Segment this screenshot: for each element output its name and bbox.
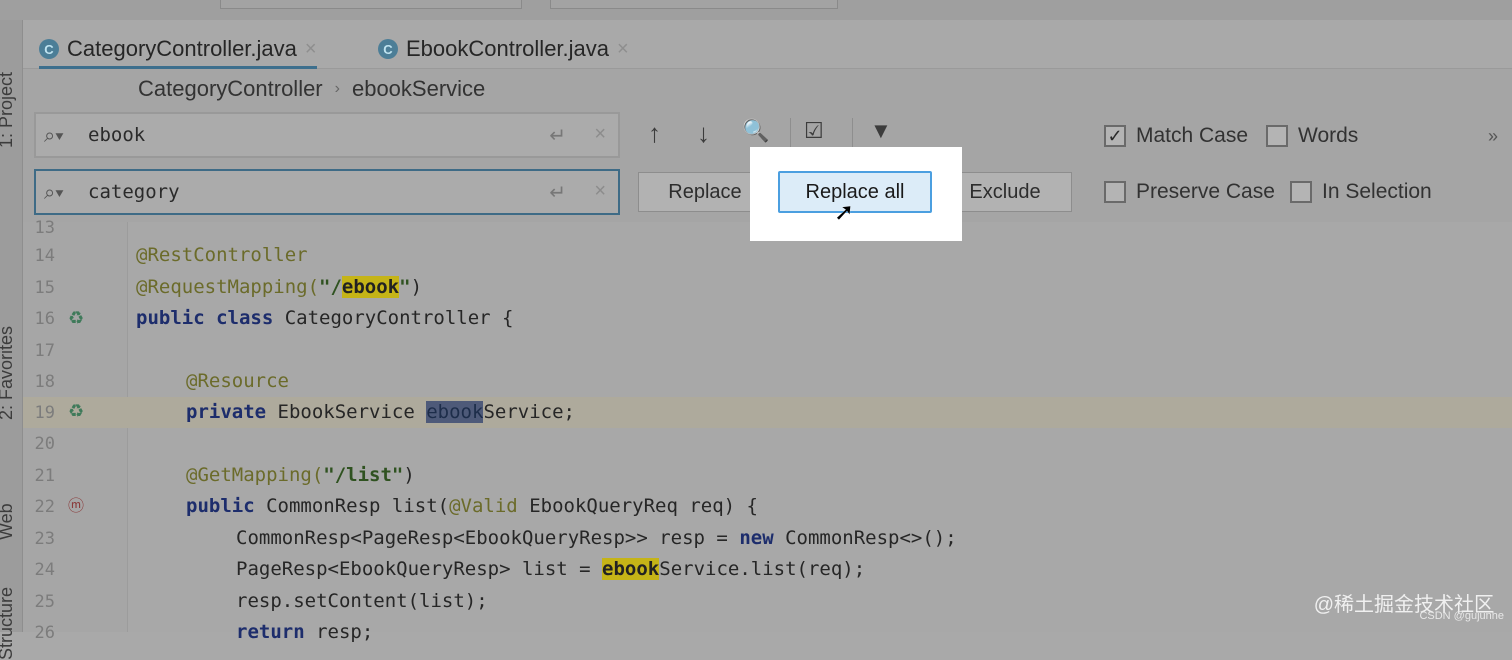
editor-tabs: C CategoryController.java × C EbookContr… [23, 20, 1512, 69]
breadcrumb-separator: › [334, 80, 340, 97]
preserve-case-option[interactable]: Preserve Case [1104, 180, 1275, 204]
code-line-18: @Resource [186, 370, 289, 392]
structure-tool-button[interactable]: Structure [0, 587, 17, 660]
favorites-tool-button[interactable]: 2: Favorites [0, 326, 17, 420]
spring-bean-icon[interactable]: ♻ [68, 401, 84, 422]
words-label: Words [1298, 124, 1359, 147]
tab-label: CategoryController.java [67, 36, 297, 61]
newline-icon[interactable]: ↵ [549, 123, 566, 148]
line-number: 16 [34, 309, 55, 329]
breadcrumb-field[interactable]: ebookService [352, 76, 485, 102]
line-number: 17 [34, 341, 55, 361]
select-all-occurrences-icon[interactable]: ☑ [804, 118, 824, 144]
code-line-15: @RequestMapping("/ebook") [136, 276, 423, 298]
in-selection-option[interactable]: In Selection [1290, 180, 1432, 204]
newline-icon[interactable]: ↵ [549, 180, 566, 205]
method-mapping-icon[interactable]: ⓜ [68, 492, 84, 516]
replace-input[interactable]: ⌕▾ category ↵ × [34, 169, 620, 215]
code-line-24: PageResp<EbookQueryResp> list = ebookSer… [236, 558, 866, 580]
clear-icon[interactable]: × [594, 180, 606, 203]
code-line-22: public CommonResp list(@Valid EbookQuery… [186, 495, 758, 517]
code-line-25: resp.setContent(list); [236, 590, 488, 612]
words-option[interactable]: Words [1266, 124, 1358, 148]
replace-value: category [88, 181, 180, 203]
more-options-icon[interactable]: » [1488, 126, 1498, 147]
line-number: 18 [34, 372, 55, 392]
preserve-case-checkbox[interactable] [1104, 181, 1126, 203]
line-number: 15 [34, 278, 55, 298]
match-case-option[interactable]: ✓ Match Case [1104, 124, 1248, 148]
filter-icon[interactable]: ▼ [870, 118, 892, 144]
mouse-cursor-icon: ➚ [834, 199, 855, 226]
code-line-14: @RestController [136, 244, 308, 266]
line-number: 23 [34, 529, 55, 549]
preserve-case-label: Preserve Case [1136, 180, 1275, 203]
current-search-match: ebook [426, 401, 484, 423]
class-icon: C [378, 39, 398, 59]
search-match: ebook [341, 276, 400, 298]
web-tool-button[interactable]: Web [0, 503, 17, 540]
line-number: 24 [34, 560, 55, 580]
search-value: ebook [88, 124, 146, 146]
left-tool-strip: 1: Project 2: Favorites Web Structure [0, 20, 23, 660]
find-all-icon[interactable]: 🔍 [742, 118, 769, 144]
code-line-26: return resp; [236, 621, 374, 643]
line-number: 26 [34, 623, 55, 643]
breadcrumb-class[interactable]: CategoryController [138, 76, 323, 102]
in-selection-label: In Selection [1322, 180, 1432, 203]
search-input[interactable]: ⌕▾ ebook ↵ × [34, 112, 620, 158]
run-config-fragment [550, 0, 838, 9]
words-checkbox[interactable] [1266, 125, 1288, 147]
tab-label: EbookController.java [406, 36, 610, 61]
class-icon: C [39, 39, 59, 59]
search-icon[interactable]: ⌕▾ [44, 182, 64, 205]
line-number: 13 [34, 218, 55, 238]
search-match: ebook [602, 558, 660, 580]
code-line-16: public class CategoryController { [136, 307, 514, 329]
in-selection-checkbox[interactable] [1290, 181, 1312, 203]
previous-occurrence-icon[interactable]: ↑ [648, 118, 661, 149]
top-toolbar-strip [0, 0, 1512, 20]
code-line-21: @GetMapping("/list") [186, 464, 415, 486]
line-number: 21 [34, 466, 55, 486]
close-icon[interactable]: × [305, 38, 317, 61]
project-tool-button[interactable]: 1: Project [0, 72, 17, 148]
replace-all-button[interactable]: Replace all [778, 171, 932, 213]
tab-category-controller[interactable]: C CategoryController.java × [39, 32, 317, 69]
code-line-19: private EbookService ebookService; [186, 401, 575, 423]
tab-ebook-controller[interactable]: C EbookController.java × [378, 32, 629, 66]
search-icon[interactable]: ⌕▾ [44, 125, 64, 148]
line-number: 19 [34, 403, 55, 423]
code-line-23: CommonResp<PageResp<EbookQueryResp>> res… [236, 527, 957, 549]
line-number: 14 [34, 246, 55, 266]
spring-bean-icon[interactable]: ♻ [68, 308, 84, 329]
clear-icon[interactable]: × [594, 123, 606, 146]
match-case-label: Match Case [1136, 124, 1249, 147]
next-occurrence-icon[interactable]: ↓ [697, 118, 710, 149]
toolbar-fragment [220, 0, 522, 9]
line-number: 20 [34, 434, 55, 454]
breadcrumb: CategoryController › ebookService [138, 76, 485, 102]
line-number: 25 [34, 592, 55, 612]
line-number: 22 [34, 497, 55, 517]
close-icon[interactable]: × [617, 38, 629, 61]
watermark-sub: CSDN @gujunhe [1419, 610, 1504, 622]
match-case-checkbox[interactable]: ✓ [1104, 125, 1126, 147]
